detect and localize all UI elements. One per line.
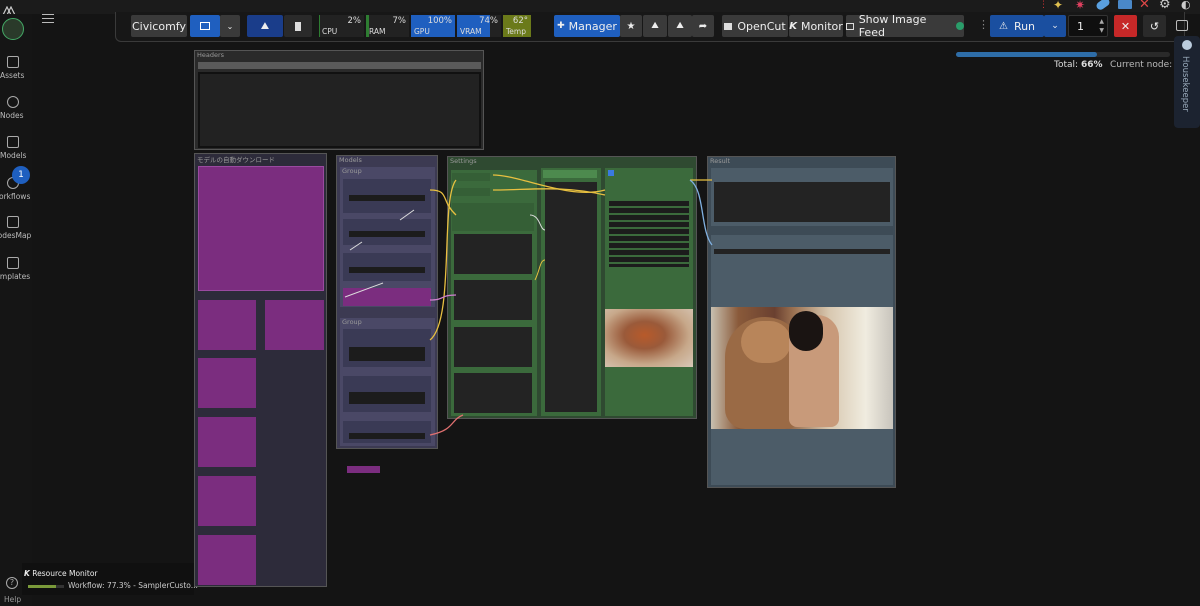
resource-monitor-panel: K Resource Monitor Workflow: 77.3% - Sam…	[22, 563, 198, 595]
workflow-progress-text: Workflow: 77.3% - SamplerCusto...	[68, 581, 198, 590]
resource-monitor-title-text: Resource Monitor	[32, 569, 98, 578]
workflow-progress-track	[28, 585, 64, 588]
k-icon: K	[24, 569, 30, 578]
link-wire	[429, 179, 457, 341]
node-links	[344, 174, 713, 436]
link-wire	[689, 179, 713, 246]
workflow-progress-fill	[28, 585, 56, 588]
link-wire	[349, 241, 363, 251]
link-wire	[492, 188, 606, 196]
link-wire	[344, 282, 384, 298]
link-wire	[399, 209, 415, 221]
link-wire	[534, 259, 546, 281]
link-wire	[429, 189, 457, 216]
link-wire	[429, 294, 457, 301]
resource-monitor-title: K Resource Monitor	[24, 569, 98, 578]
link-wire	[429, 414, 464, 436]
link-wire	[529, 214, 546, 231]
